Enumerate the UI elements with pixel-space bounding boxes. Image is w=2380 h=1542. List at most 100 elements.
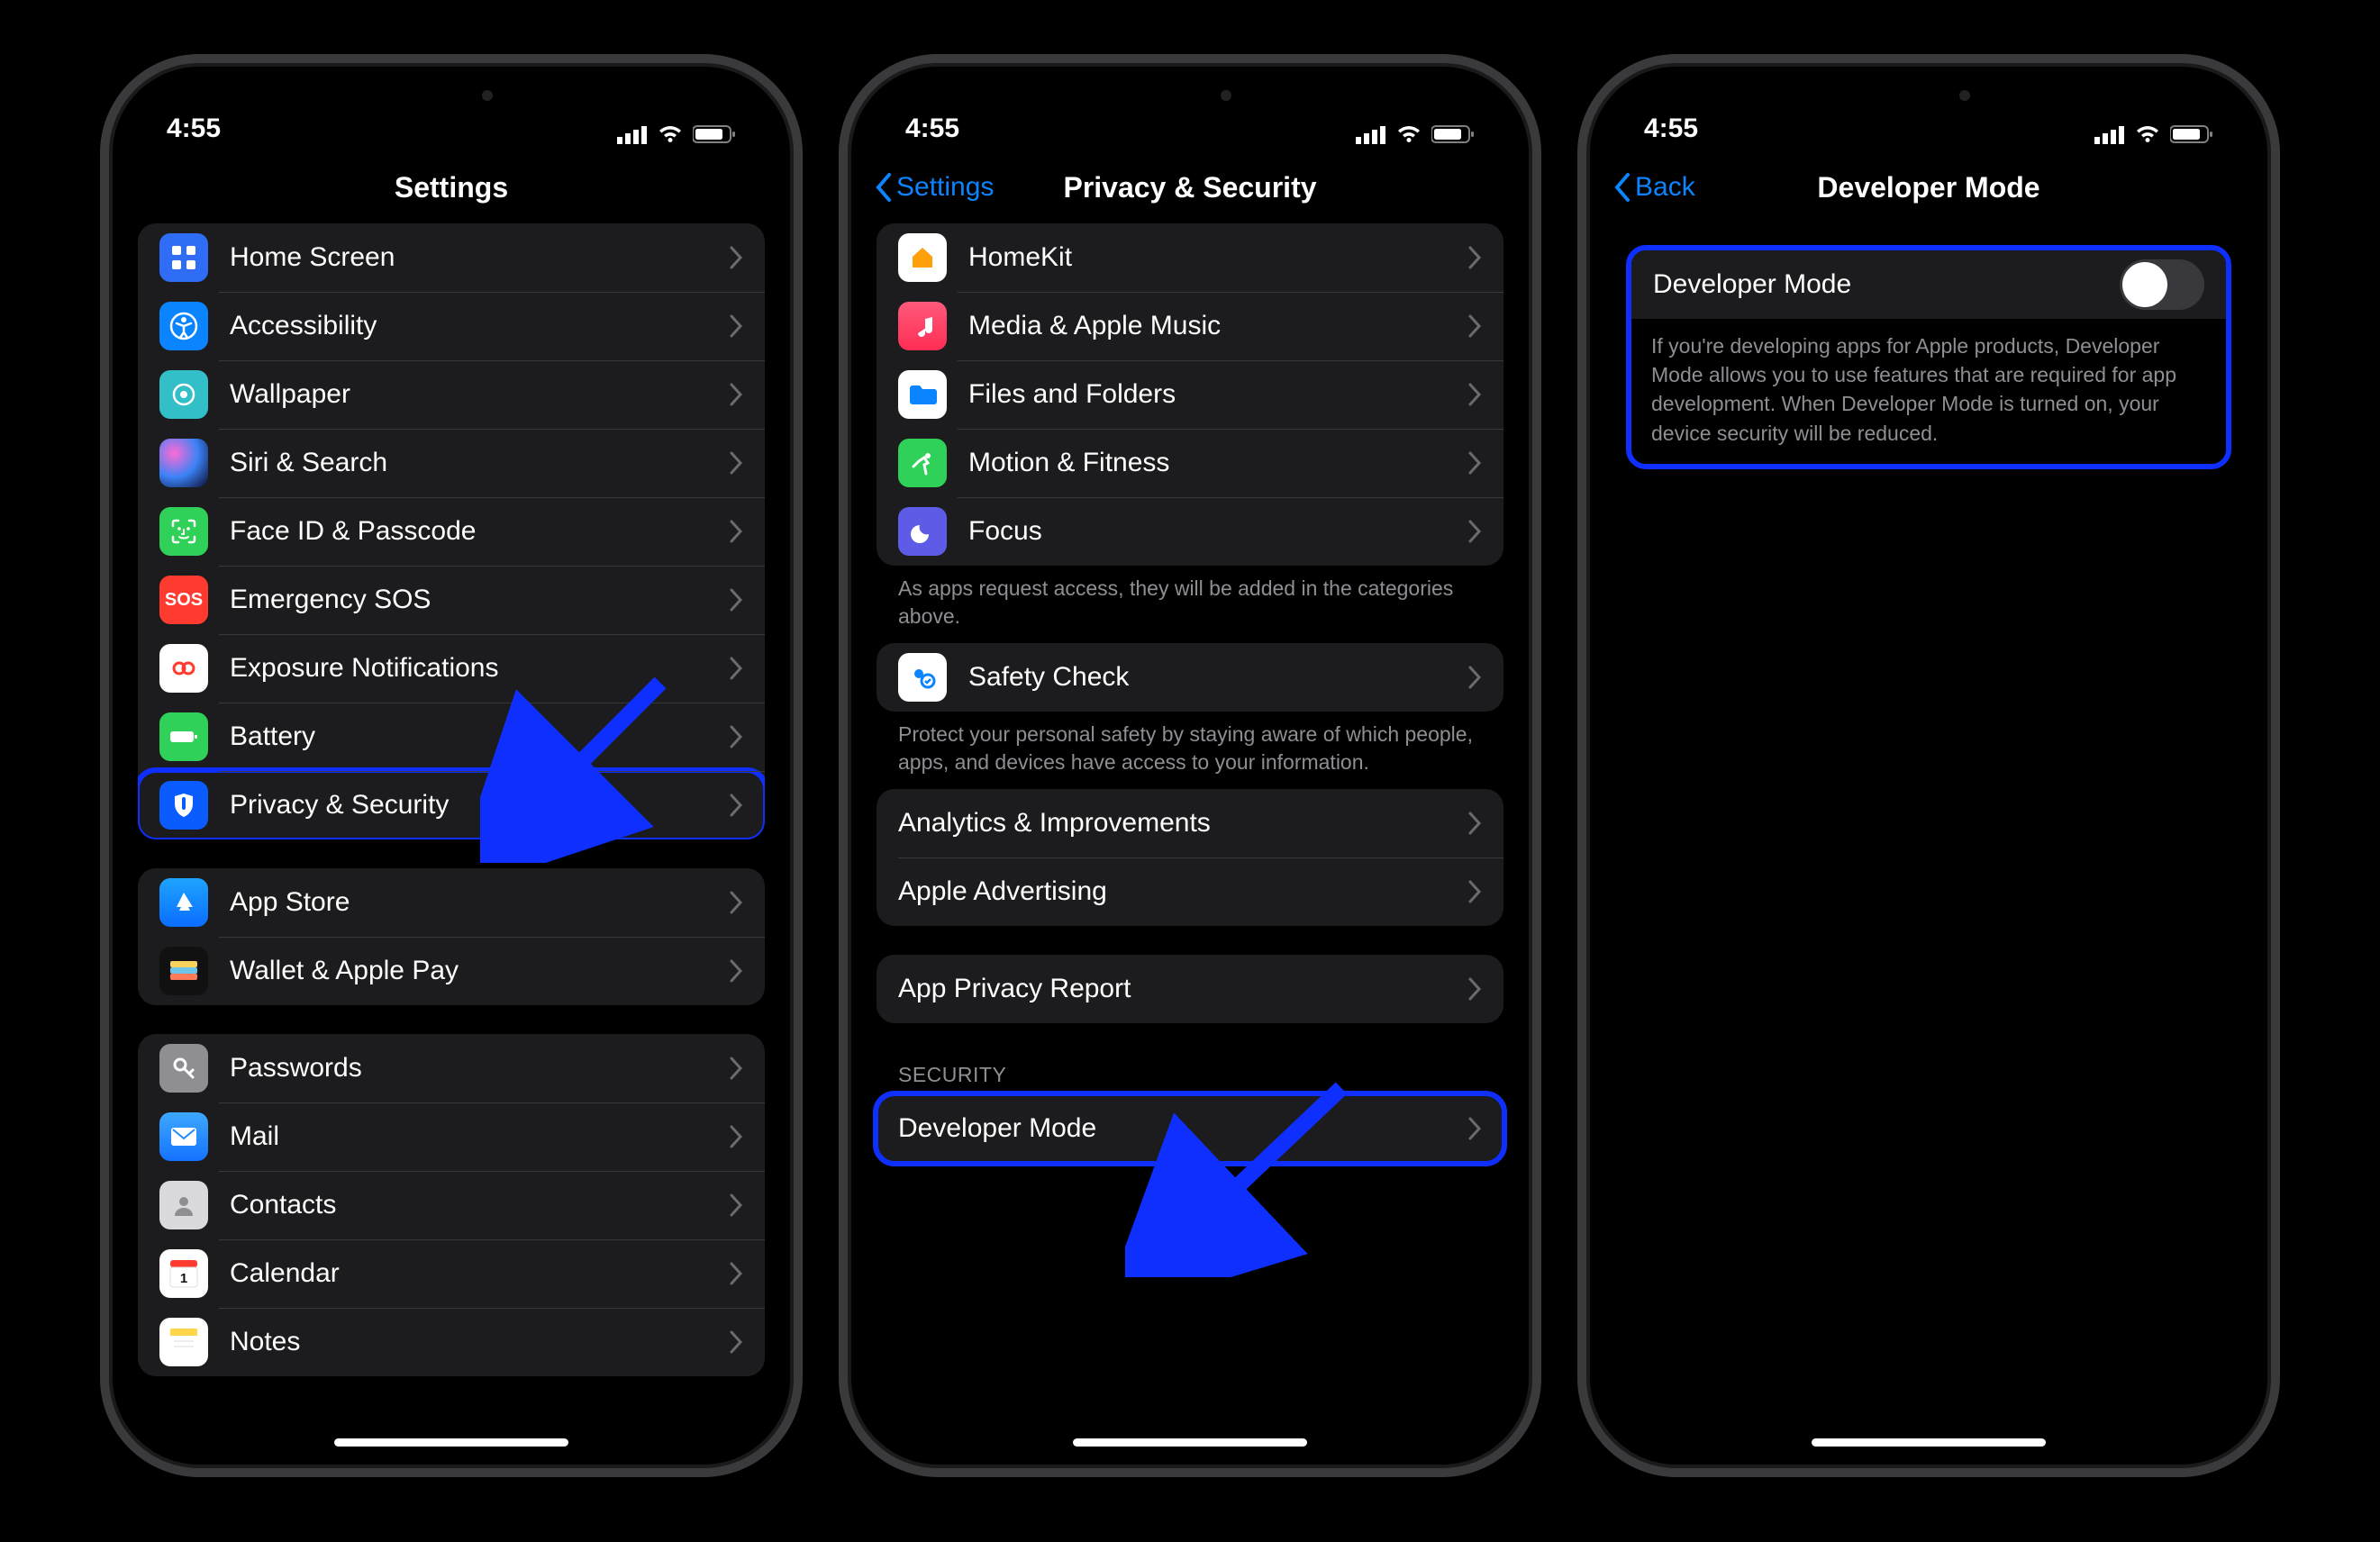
notch [1064, 70, 1316, 121]
chevron-right-icon [729, 725, 743, 748]
page-title: Privacy & Security [1063, 171, 1316, 204]
row-battery[interactable]: Battery [138, 703, 765, 771]
page-title: Settings [395, 171, 508, 204]
home-indicator[interactable] [334, 1438, 568, 1447]
row-label: Media & Apple Music [968, 311, 1467, 341]
chevron-right-icon [1467, 812, 1482, 835]
chevron-right-icon [729, 451, 743, 475]
row-accessibility[interactable]: Accessibility [138, 292, 765, 360]
row-label: Analytics & Improvements [898, 808, 1467, 839]
chevron-right-icon [1467, 666, 1482, 689]
row-fitness[interactable]: Motion & Fitness [877, 429, 1503, 497]
row-label: Mail [230, 1121, 729, 1152]
row-label: Exposure Notifications [230, 653, 729, 684]
sos-icon: SOS [159, 576, 208, 624]
battery-icon [1431, 124, 1475, 144]
row-label: HomeKit [968, 242, 1467, 273]
row-wallpaper[interactable]: Wallpaper [138, 360, 765, 429]
chevron-right-icon [729, 314, 743, 338]
developer-mode-footer: If you're developing apps for Apple prod… [1631, 319, 2226, 448]
back-button[interactable]: Settings [873, 171, 994, 204]
home-indicator[interactable] [1073, 1438, 1307, 1447]
row-analytics[interactable]: Analytics & Improvements [877, 789, 1503, 857]
settings-group-display: Home Screen Accessibility Wallpaper Siri… [138, 223, 765, 839]
home-screen-icon [159, 233, 208, 282]
status-time: 4:55 [1644, 113, 1698, 144]
row-wallet[interactable]: Wallet & Apple Pay [138, 937, 765, 1005]
row-home-screen[interactable]: Home Screen [138, 223, 765, 292]
row-safety-check[interactable]: Safety Check [877, 643, 1503, 712]
row-label: Face ID & Passcode [230, 516, 729, 547]
chevron-right-icon [1467, 383, 1482, 406]
wallpaper-icon [159, 370, 208, 419]
focus-icon [898, 507, 947, 556]
phone-privacy: 4:55 Settings Privacy & Security HomeKit… [839, 54, 1541, 1477]
chevron-right-icon [1467, 1117, 1482, 1140]
row-notes[interactable]: Notes [138, 1308, 765, 1376]
siri-icon [159, 439, 208, 487]
row-developer-mode-toggle[interactable]: Developer Mode [1631, 250, 2226, 319]
developer-mode-toggle[interactable] [2120, 259, 2204, 310]
row-label: Contacts [230, 1190, 729, 1220]
nav-bar: Settings [116, 151, 786, 223]
row-app-store[interactable]: App Store [138, 868, 765, 937]
exposure-icon [159, 644, 208, 693]
row-label: Accessibility [230, 311, 729, 341]
row-label: Motion & Fitness [968, 448, 1467, 478]
row-files[interactable]: Files and Folders [877, 360, 1503, 429]
row-sos[interactable]: SOSEmergency SOS [138, 566, 765, 634]
battery-icon [159, 712, 208, 761]
row-mail[interactable]: Mail [138, 1102, 765, 1171]
wifi-icon [1395, 124, 1422, 144]
row-label: Wallet & Apple Pay [230, 956, 729, 986]
row-passwords[interactable]: Passwords [138, 1034, 765, 1102]
developer-mode-block: Developer Mode If you're developing apps… [1626, 245, 2231, 469]
wifi-icon [657, 124, 684, 144]
row-faceid[interactable]: Face ID & Passcode [138, 497, 765, 566]
files-icon [898, 370, 947, 419]
row-label: Battery [230, 721, 729, 752]
privacy-group-safety: Safety Check [877, 643, 1503, 712]
phone-developer-mode: 4:55 Back Developer Mode Developer Mode [1577, 54, 2280, 1477]
row-privacy-security[interactable]: Privacy & Security [138, 771, 765, 839]
mail-icon [159, 1112, 208, 1161]
chevron-right-icon [729, 959, 743, 983]
row-label: Notes [230, 1327, 729, 1357]
privacy-icon [159, 781, 208, 830]
cellular-icon [2094, 124, 2125, 144]
chevron-left-icon [873, 171, 893, 204]
accessibility-icon [159, 302, 208, 350]
status-time: 4:55 [905, 113, 959, 144]
row-media[interactable]: Media & Apple Music [877, 292, 1503, 360]
privacy-group-analytics: Analytics & Improvements Apple Advertisi… [877, 789, 1503, 926]
row-exposure[interactable]: Exposure Notifications [138, 634, 765, 703]
row-focus[interactable]: Focus [877, 497, 1503, 566]
chevron-right-icon [729, 1193, 743, 1217]
home-indicator[interactable] [1812, 1438, 2046, 1447]
section-footer: Protect your personal safety by staying … [877, 712, 1503, 776]
row-label: Files and Folders [968, 379, 1467, 410]
row-homekit[interactable]: HomeKit [877, 223, 1503, 292]
chevron-right-icon [729, 520, 743, 543]
chevron-right-icon [1467, 520, 1482, 543]
battery-icon [693, 124, 736, 144]
back-button[interactable]: Back [1612, 171, 1695, 204]
cellular-icon [1356, 124, 1386, 144]
chevron-right-icon [1467, 977, 1482, 1001]
fitness-icon [898, 439, 947, 487]
chevron-right-icon [1467, 314, 1482, 338]
homekit-icon [898, 233, 947, 282]
chevron-right-icon [729, 1330, 743, 1354]
row-siri[interactable]: Siri & Search [138, 429, 765, 497]
row-contacts[interactable]: Contacts [138, 1171, 765, 1239]
toggle-label: Developer Mode [1653, 269, 2120, 300]
music-icon [898, 302, 947, 350]
row-advertising[interactable]: Apple Advertising [877, 857, 1503, 926]
row-calendar[interactable]: 1Calendar [138, 1239, 765, 1308]
row-privacy-report[interactable]: App Privacy Report [877, 955, 1503, 1023]
row-label: App Store [230, 887, 729, 918]
wallet-icon [159, 947, 208, 995]
row-developer-mode[interactable]: Developer Mode [877, 1094, 1503, 1163]
row-label: Wallpaper [230, 379, 729, 410]
passwords-icon [159, 1044, 208, 1093]
